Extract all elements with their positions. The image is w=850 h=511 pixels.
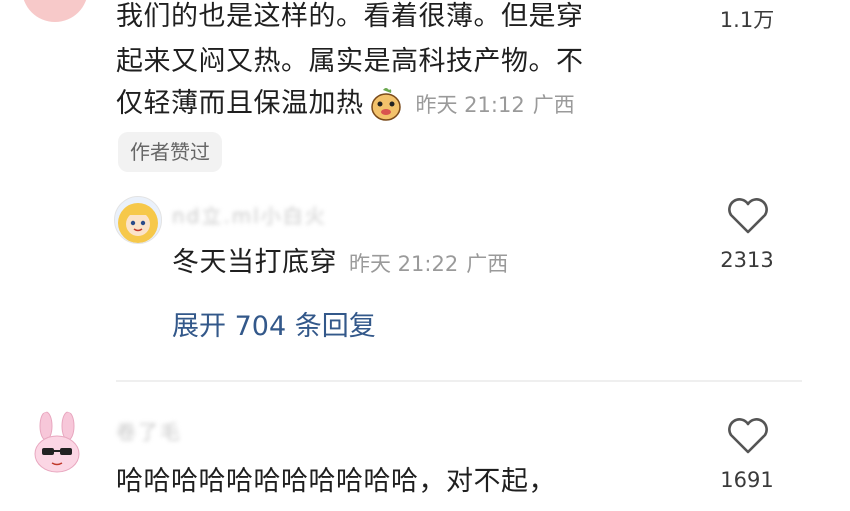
reply1-username[interactable]: nd立.ml小白火: [172, 200, 327, 229]
avatar-reply1[interactable]: [114, 196, 162, 244]
comment1-line1: 我们的也是这样的。看着很薄。但是穿: [116, 1, 584, 32]
reply1-text: 冬天当打底穿: [172, 247, 337, 278]
reply1-location: 广西: [466, 252, 509, 276]
comment1-like-count: 1.1万: [719, 8, 775, 32]
heart-outline-icon: [728, 198, 768, 234]
reply1-text-row: 冬天当打底穿 昨天 21:22 广西: [172, 243, 508, 283]
radish-face-emoji-icon: [368, 86, 404, 122]
author-liked-badge: 作者赞过: [118, 132, 222, 172]
heart-outline-icon: [728, 418, 768, 454]
comment1-line3: 仅轻薄而且保温加热: [116, 88, 364, 119]
reply1-time: 昨天 21:22: [349, 252, 459, 276]
comment1-line2: 起来又闷又热。属实是高科技产物。不: [116, 46, 584, 77]
comment1-location: 广西: [532, 93, 575, 117]
reply1-like-button[interactable]: [725, 196, 771, 236]
comment2-text: 哈哈哈哈哈哈哈哈哈哈哈，对不起，: [116, 466, 556, 497]
comment1-line3-row: 仅轻薄而且保温加热 昨天 21:12 广西: [116, 84, 575, 124]
comment2-like-button[interactable]: [725, 416, 771, 456]
reply1-like-count: 2313: [720, 248, 774, 272]
comment2-username[interactable]: 卷了毛: [116, 416, 182, 445]
expand-replies-link[interactable]: 展开 704 条回复: [172, 304, 376, 343]
avatar-comment2[interactable]: [24, 410, 90, 476]
pink-avatar-icon: [22, 0, 88, 22]
comment2-like-count: 1691: [720, 468, 774, 492]
comment1-time: 昨天 21:12: [415, 93, 525, 117]
bunny-sunglasses-avatar-icon: [34, 411, 80, 473]
avatar-comment1[interactable]: [22, 0, 88, 22]
comment-divider: [116, 380, 802, 382]
blonde-girl-avatar-icon: [118, 203, 158, 243]
